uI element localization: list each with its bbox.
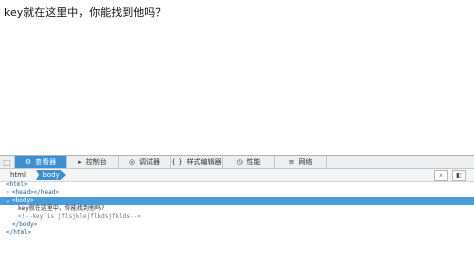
element-picker-icon[interactable]: ⬚ [0,156,15,168]
tab-label: 查看器 [35,158,57,166]
node-body-close[interactable]: </body> [0,221,474,229]
tab-console[interactable]: ▸ 控制台 [67,156,119,168]
tag-html-close: </html> [6,229,32,236]
node-html-open[interactable]: <html> [0,181,474,189]
tag-body-close: </body> [12,221,38,228]
inspector-icon: ⚙ [24,157,32,166]
tab-inspector[interactable]: ⚙ 查看器 [15,156,67,168]
tab-debugger[interactable]: ◎ 调试器 [119,156,171,168]
tab-network[interactable]: ≡ 网络 [275,156,327,168]
devtools-toolbar: ⬚ ⚙ 查看器 ▸ 控制台 ◎ 调试器 { } 样式编辑器 ◷ 性能 ≡ 网络 [0,156,474,169]
style-editor-icon: { } [171,157,183,166]
node-head[interactable]: › <head></head> [0,189,474,197]
node-text[interactable]: key就在这里中，你能找到他吗? [0,205,474,213]
page-body-text: key就在这里中，你能找到他吗？ [4,6,167,19]
node-html-close[interactable]: </html> [0,229,474,237]
tag-body-open: <body> [12,197,34,204]
sidebar-toggle-icon[interactable]: ◧ [452,170,466,181]
tab-label: 控制台 [85,158,107,166]
tab-style-editor[interactable]: { } 样式编辑器 [171,156,223,168]
tab-performance[interactable]: ◷ 性能 [223,156,275,168]
tab-label: 网络 [298,158,313,166]
network-icon: ≡ [288,157,295,166]
tab-label: 样式编辑器 [186,158,222,166]
debugger-icon: ◎ [128,157,136,166]
devtools-panel: ⬚ ⚙ 查看器 ▸ 控制台 ◎ 调试器 { } 样式编辑器 ◷ 性能 ≡ 网络 … [0,155,474,279]
tab-label: 性能 [246,158,261,166]
text-node-value: key就在这里中，你能找到他吗? [18,205,105,212]
performance-icon: ◷ [236,157,243,166]
node-comment[interactable]: <!--key is jflsjklejflkdsjfklds--> [0,213,474,221]
tag-head: <head></head> [12,189,59,196]
browser-page: key就在这里中，你能找到他吗？ ⬚ ⚙ 查看器 ▸ 控制台 ◎ 调试器 { }… [0,0,474,279]
console-icon: ▸ [78,157,82,166]
node-body-open[interactable]: ⌄ <body> [0,197,474,205]
tag-html-open: <html> [6,181,28,188]
comment-node-value: <!--key is jflsjklejflkdsjfklds--> [18,213,141,220]
search-icon[interactable]: ⌕ [434,170,448,181]
breadcrumb-html[interactable]: html [10,170,26,180]
tab-label: 调试器 [139,158,161,166]
markup-tree: <html> › <head></head> ⌄ <body> key就在这里中，你… [0,181,474,237]
page-content: key就在这里中，你能找到他吗？ [0,0,474,155]
breadcrumb-body[interactable]: body [36,170,66,180]
